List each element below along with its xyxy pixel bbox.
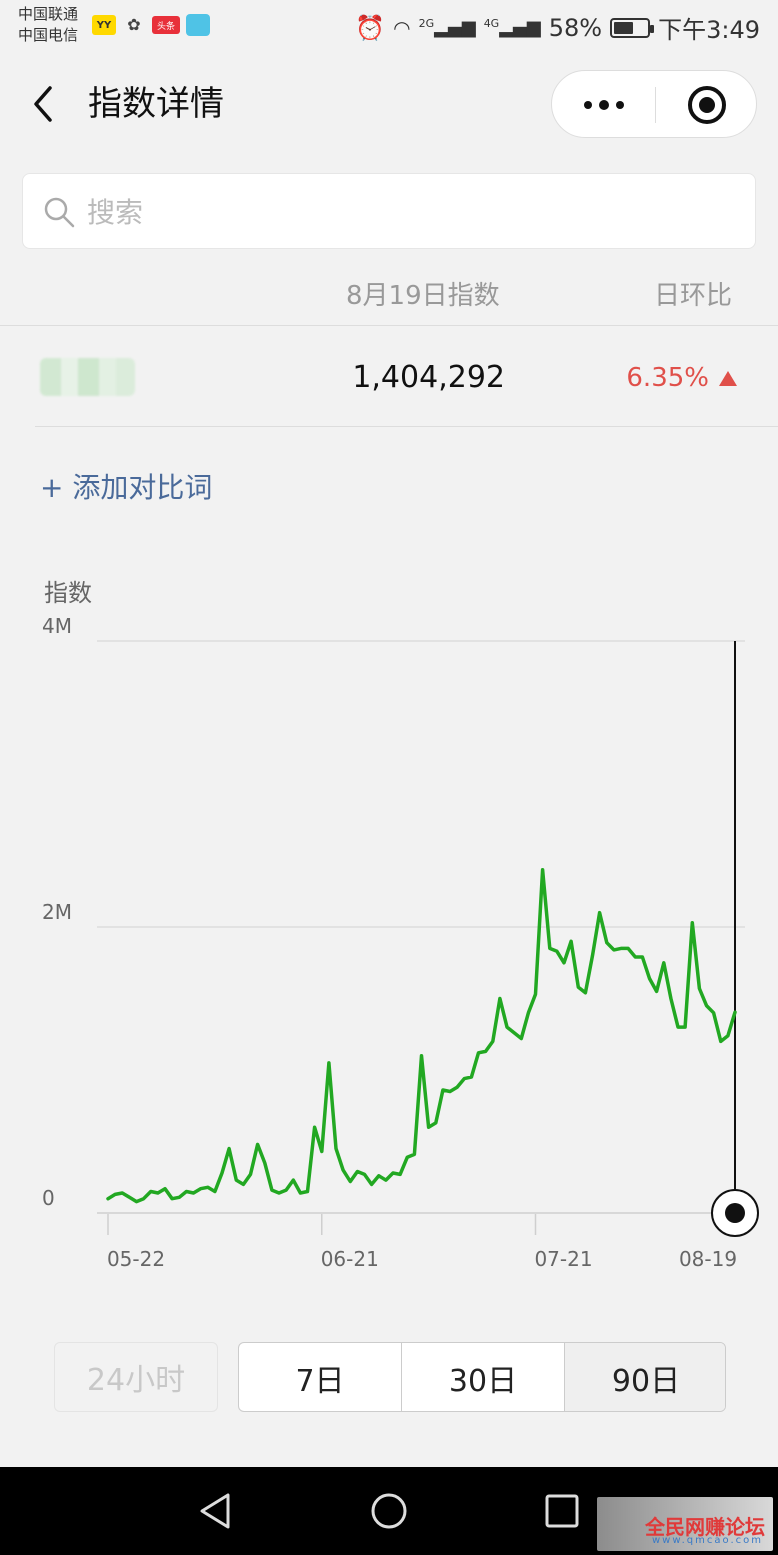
x-tick-label: 05-22 [107, 1247, 165, 1271]
page-title: 指数详情 [88, 84, 224, 124]
day-change: 6.35% [626, 360, 737, 396]
y-tick-label: 0 [42, 1186, 55, 1210]
series-line [106, 868, 737, 1204]
column-header-day-change: 日环比 [654, 281, 733, 311]
back-arrow-icon[interactable] [28, 82, 60, 126]
site-watermark: 全民网赚论坛 www.qmcao.com [597, 1497, 773, 1551]
clock: 下午3:49 [658, 16, 760, 44]
column-header-date-index: 8月19日指数 [346, 281, 500, 311]
x-tick-label: 06-21 [321, 1247, 379, 1271]
range-button-group: 7日 30日 90日 [238, 1342, 726, 1412]
target-close-icon [688, 86, 726, 124]
alarm-icon: ⏰ [355, 13, 386, 42]
range-30d-button[interactable]: 30日 [402, 1343, 564, 1411]
nav-back-icon[interactable] [196, 1491, 236, 1531]
divider [35, 426, 778, 427]
keyword-row[interactable]: 1,404,292 6.35% [0, 326, 778, 426]
signal-2g-label: 2G [418, 17, 435, 30]
battery-percent: 58% [548, 13, 603, 42]
signal-4g-label: 4G [483, 17, 500, 30]
selected-point [725, 1203, 745, 1223]
keyword-blurred [40, 358, 135, 396]
nav-home-icon[interactable] [369, 1491, 409, 1531]
range-7d-button[interactable]: 7日 [239, 1343, 401, 1411]
more-dot-icon [615, 101, 624, 109]
nav-recents-icon[interactable] [542, 1491, 582, 1531]
x-tick-label: 08-19 [679, 1247, 737, 1271]
carrier-label-1: 中国联通 [18, 5, 79, 23]
time-range-selector: 24小时 7日 30日 90日 [0, 1342, 778, 1412]
more-dot-icon [598, 100, 609, 110]
day-change-value: 6.35% [626, 363, 709, 393]
signal-4g-icon: 4G▂▄▆ [483, 17, 541, 38]
y-axis-label: 指数 [44, 579, 92, 607]
nav-bar: 指数详情 [0, 60, 778, 150]
battery-fill [614, 21, 633, 34]
y-tick-label: 2M [42, 900, 72, 924]
miniprogram-capsule [551, 70, 757, 138]
wifi-icon: ◠ [393, 15, 411, 40]
toutiao-app-icon: 头条 [152, 16, 180, 34]
range-90d-button[interactable]: 90日 [565, 1343, 725, 1411]
battery-icon [610, 17, 655, 38]
carrier-label-2: 中国电信 [18, 26, 79, 44]
y-tick-label: 4M [42, 614, 72, 638]
wechat-icon: ✿ [127, 15, 141, 34]
signal-2g-icon: 2G▂▄▆ [418, 17, 476, 38]
watermark-url: www.qmcao.com [652, 1535, 763, 1546]
line-chart[interactable]: 指数 4M 2M 0 05-22 06-21 07-21 08-19 [0, 570, 778, 1290]
index-value: 1,404,292 [352, 360, 505, 395]
search-bar[interactable] [22, 173, 756, 249]
search-icon [44, 197, 75, 228]
more-menu-button[interactable] [552, 71, 655, 139]
x-tick-label: 07-21 [534, 1247, 592, 1271]
up-triangle-icon [719, 370, 737, 386]
search-input[interactable] [87, 188, 727, 236]
reader-app-icon [186, 14, 210, 36]
index-chart[interactable]: 指数 4M 2M 0 05-22 06-21 07-21 08-19 [0, 570, 778, 1290]
yy-app-icon: YY [92, 15, 116, 35]
add-compare-word-button[interactable]: + 添加对比词 [40, 468, 212, 508]
close-miniprogram-button[interactable] [656, 71, 758, 139]
carrier-info: 中国联通 中国电信 [18, 4, 78, 46]
range-24h-button[interactable]: 24小时 [54, 1342, 218, 1412]
more-dot-icon [583, 101, 592, 109]
status-bar: 中国联通 中国电信 YY ✿ 头条 ⏰ ◠ 2G▂▄▆ 4G▂▄▆ 58% 下午… [0, 0, 778, 52]
